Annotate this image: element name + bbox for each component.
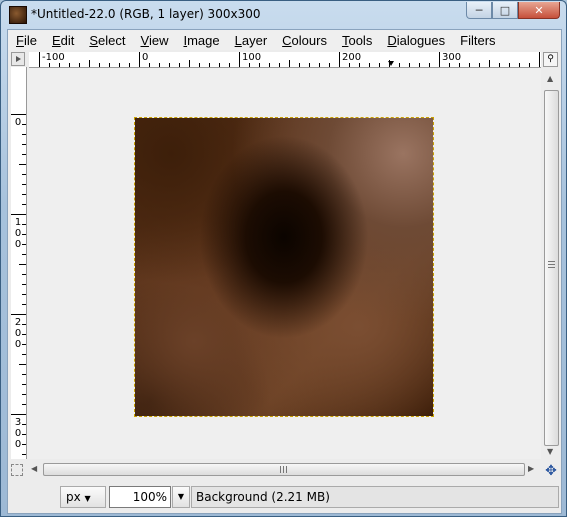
menu-view[interactable]: View — [133, 33, 176, 48]
hruler-label: 100 — [242, 52, 262, 63]
maximize-button[interactable]: □ — [492, 2, 518, 19]
menu-image[interactable]: Image — [175, 33, 226, 48]
menu-bar: File Edit Select View Image Layer Colour… — [8, 30, 561, 50]
unit-selector[interactable]: px ▼ — [60, 486, 106, 508]
canvas-area[interactable] — [27, 68, 541, 459]
vruler-label: 0 — [14, 328, 22, 339]
hruler-label: 300 — [442, 52, 462, 63]
chevron-down-icon: ▼ — [84, 494, 91, 503]
vruler-label: 0 — [14, 239, 22, 250]
vruler-label: 0 — [14, 117, 22, 128]
status-bar: px ▼ 100% ▼ Background (2.21 MB) — [8, 483, 561, 511]
vruler-label: 3 — [14, 417, 22, 428]
horizontal-scroll-thumb[interactable] — [43, 463, 525, 476]
image-menu-button[interactable] — [11, 52, 25, 66]
window-client: File Edit Select View Image Layer Colour… — [7, 29, 562, 514]
menu-edit[interactable]: Edit — [44, 33, 81, 48]
quick-mask-toggle[interactable] — [11, 464, 23, 476]
title-bar[interactable]: *Untitled-22.0 (RGB, 1 layer) 300x300 ─ … — [1, 1, 566, 29]
vertical-scroll-thumb[interactable] — [544, 90, 559, 446]
menu-layer[interactable]: Layer — [227, 33, 275, 48]
scroll-left-icon[interactable]: ◀ — [31, 464, 37, 473]
menu-filters[interactable]: Filters — [452, 33, 502, 48]
menu-dialogues[interactable]: Dialogues — [379, 33, 452, 48]
pointer-position-marker — [388, 61, 394, 66]
unit-value: px — [66, 490, 81, 504]
vertical-scrollbar[interactable]: ▲ ▼ — [543, 68, 559, 459]
chevron-down-icon: ▼ — [177, 492, 185, 501]
zoom-input[interactable]: 100% — [109, 486, 171, 508]
status-message: Background (2.21 MB) — [191, 486, 559, 508]
gimp-image-icon[interactable] — [9, 6, 27, 24]
zoom-toggle-icon: ⚲ — [547, 54, 554, 64]
navigate-icon[interactable]: ✥ — [543, 463, 559, 479]
window-title: *Untitled-22.0 (RGB, 1 layer) 300x300 — [31, 7, 261, 21]
hruler-label: -100 — [42, 52, 65, 63]
scroll-up-icon[interactable]: ▲ — [547, 74, 553, 83]
menu-colours[interactable]: Colours — [274, 33, 334, 48]
horizontal-ruler-ticks — [39, 52, 540, 67]
image-canvas[interactable] — [134, 117, 434, 417]
scroll-down-icon[interactable]: ▼ — [547, 447, 553, 456]
menu-tools[interactable]: Tools — [334, 33, 379, 48]
scroll-right-icon[interactable]: ▶ — [528, 464, 534, 473]
maximize-icon: □ — [499, 3, 511, 17]
image-window: *Untitled-22.0 (RGB, 1 layer) 300x300 ─ … — [0, 0, 567, 517]
minimize-icon: ─ — [475, 3, 483, 17]
horizontal-scrollbar[interactable]: ◀ ▶ — [27, 461, 541, 477]
vruler-label: 0 — [14, 428, 22, 439]
vruler-label: 0 — [14, 228, 22, 239]
menu-file[interactable]: File — [8, 33, 44, 48]
hruler-label: 0 — [142, 52, 149, 63]
vruler-label: 0 — [14, 339, 22, 350]
vertical-ruler[interactable]: 0 1 0 0 2 0 0 3 0 0 — [11, 67, 27, 459]
menu-select[interactable]: Select — [81, 33, 132, 48]
close-button[interactable]: ✕ — [518, 2, 560, 19]
vruler-label: 2 — [14, 317, 22, 328]
minimize-button[interactable]: ─ — [466, 2, 492, 19]
zoom-on-resize-toggle[interactable]: ⚲ — [543, 52, 558, 67]
zoom-dropdown-button[interactable]: ▼ — [172, 486, 190, 508]
close-icon: ✕ — [534, 3, 544, 17]
hruler-label: 200 — [342, 52, 362, 63]
vruler-label: 0 — [14, 439, 22, 450]
vruler-label: 1 — [14, 217, 22, 228]
horizontal-ruler[interactable]: -100 0 100 200 300 — [29, 52, 541, 68]
